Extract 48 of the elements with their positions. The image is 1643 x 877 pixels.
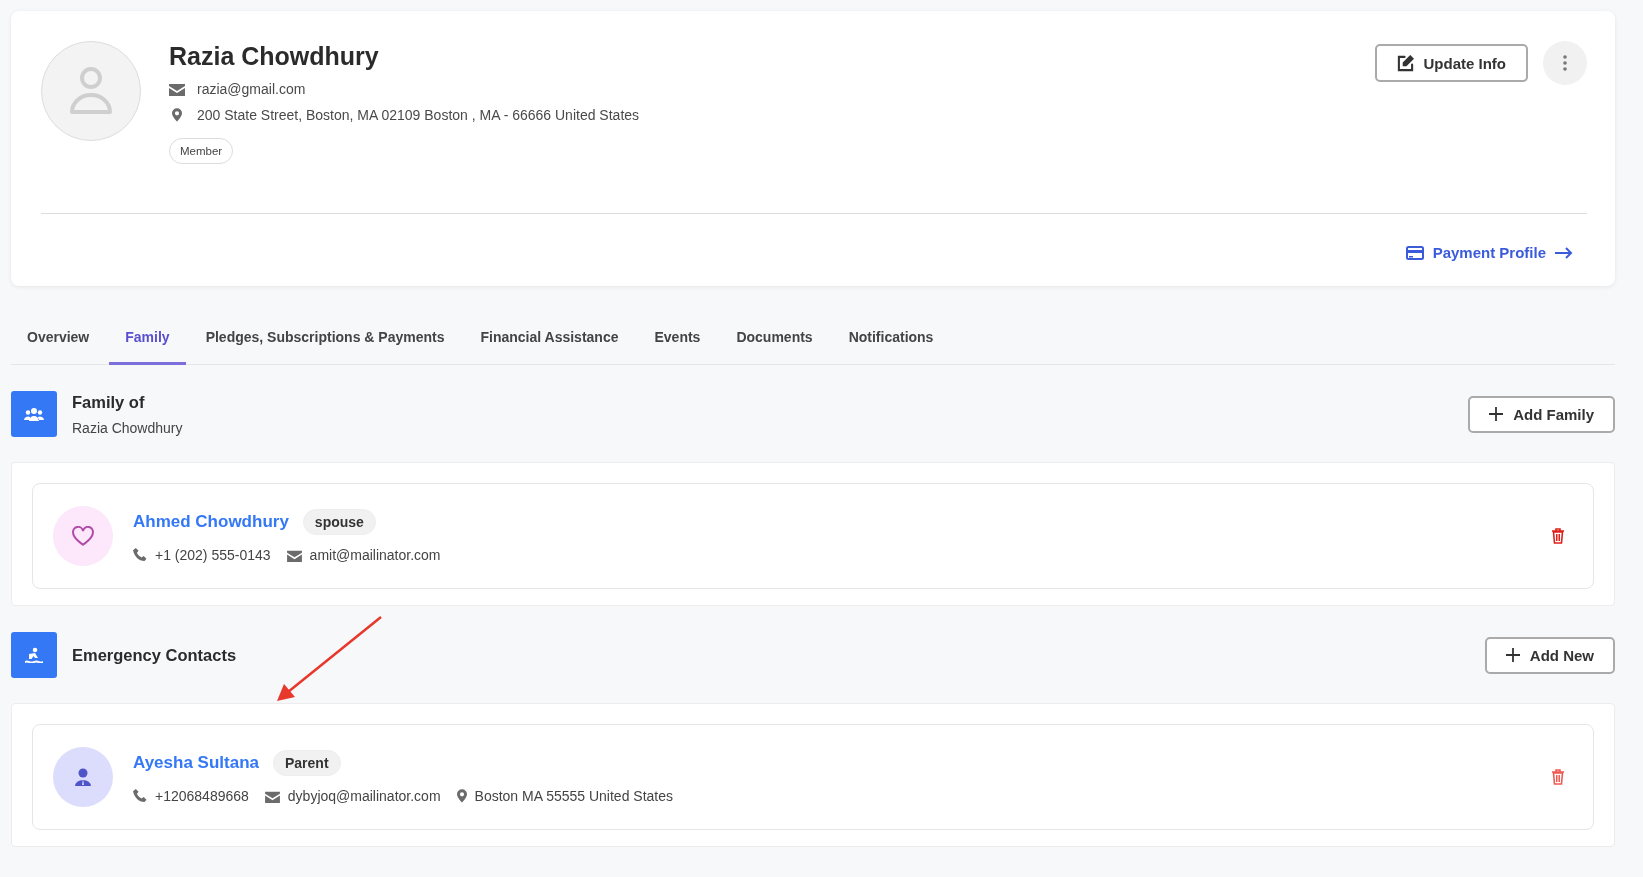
more-icon xyxy=(1563,55,1567,71)
mail-icon xyxy=(169,82,185,96)
card-icon xyxy=(1405,245,1424,260)
address-text: 200 State Street, Boston, MA 02109 Boston , MA - 66666 United States xyxy=(197,107,640,123)
tab[interactable]: Pledges, Subscriptions & Payments xyxy=(189,311,461,365)
address-text: Boston MA 55555 United States xyxy=(474,788,674,804)
arrow-right-icon xyxy=(1555,246,1573,259)
email-text: amit@mailinator.com xyxy=(309,547,441,563)
plus-icon xyxy=(1505,648,1520,662)
relation-tag: Parent xyxy=(273,750,341,776)
edit-icon xyxy=(1396,54,1414,72)
section-subtitle: Razia Chowdhury xyxy=(72,419,184,436)
mail-icon xyxy=(264,789,280,803)
payment-profile-link[interactable]: Payment Profile xyxy=(1405,244,1573,261)
tab[interactable]: Events xyxy=(638,311,717,365)
email-text: dybyjoq@mailinator.com xyxy=(287,788,441,804)
tab[interactable]: Overview xyxy=(11,311,106,365)
location-icon xyxy=(172,108,182,122)
plus-icon xyxy=(1489,407,1504,421)
contact-name-link[interactable]: Ahmed Chowdhury xyxy=(133,512,289,532)
tab[interactable]: Documents xyxy=(720,311,829,365)
trash-icon xyxy=(1551,528,1565,544)
mail-icon xyxy=(286,548,302,562)
delete-button[interactable] xyxy=(1551,769,1565,785)
email-text: razia@gmail.com xyxy=(197,81,306,97)
contact-name-link[interactable]: Ayesha Sultana xyxy=(133,753,259,773)
tab[interactable]: Financial Assistance xyxy=(464,311,635,365)
update-info-button[interactable]: Update Info xyxy=(1374,44,1528,82)
add-button[interactable]: Add New xyxy=(1484,636,1615,674)
group-icon xyxy=(24,406,44,422)
section-title: Emergency Contacts xyxy=(72,645,238,665)
add-button[interactable]: Add Family xyxy=(1468,395,1615,433)
phone-icon xyxy=(133,548,147,562)
profile-name: Razia Chowdhury xyxy=(169,42,380,71)
user-icon xyxy=(69,66,113,116)
location-icon xyxy=(456,789,467,803)
phone-icon xyxy=(133,789,147,803)
swimmer-icon xyxy=(24,647,44,663)
heart-icon xyxy=(72,526,94,546)
phone-text: +12068489668 xyxy=(155,788,249,804)
trash-icon xyxy=(1551,769,1565,785)
tab[interactable]: Family xyxy=(109,311,186,365)
delete-button[interactable] xyxy=(1551,528,1565,544)
section-title: Family of xyxy=(72,392,146,412)
relation-tag: spouse xyxy=(302,509,376,535)
tab[interactable]: Notifications xyxy=(832,311,950,365)
person-icon xyxy=(74,768,92,786)
phone-text: +1 (202) 555-0143 xyxy=(155,547,271,563)
